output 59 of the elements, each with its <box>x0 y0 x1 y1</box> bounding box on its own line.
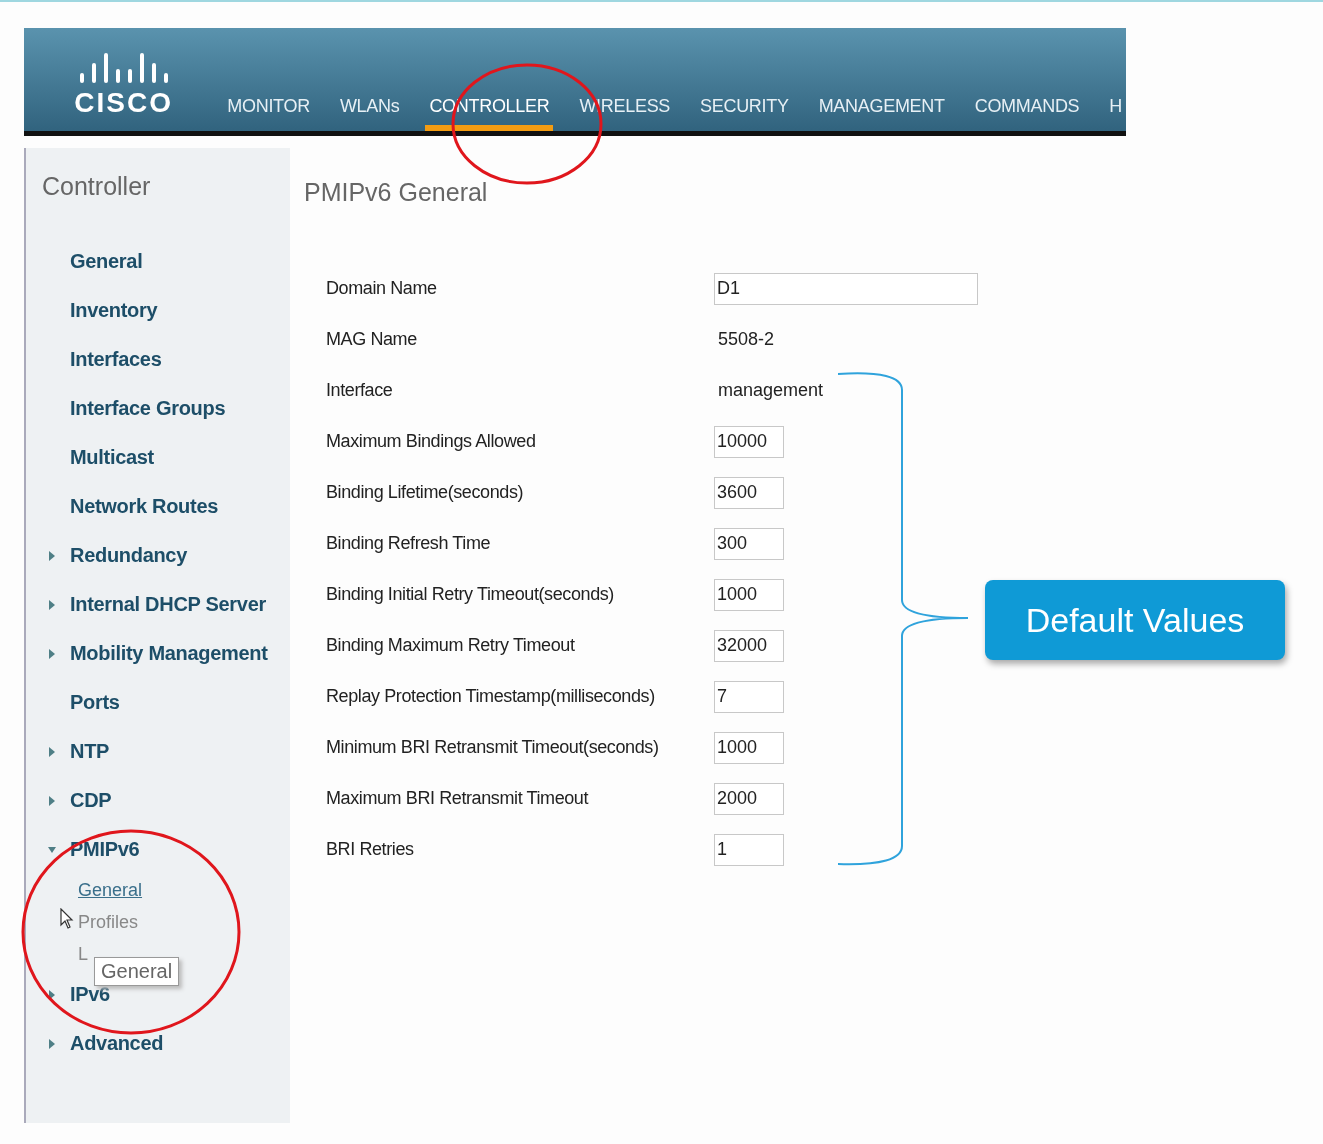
sidebar-title: Controller <box>42 172 152 201</box>
field-label: Minimum BRI Retransmit Timeout(seconds) <box>326 737 660 758</box>
field-label: Binding Initial Retry Timeout(seconds) <box>326 584 615 605</box>
field-value: management <box>717 380 824 401</box>
nav-tab[interactable]: SECURITY <box>696 96 793 131</box>
input-field[interactable]: 1000 <box>714 731 784 764</box>
field-label: Maximum BRI Retransmit Timeout <box>326 788 590 809</box>
input-field[interactable]: D1 <box>714 272 978 305</box>
nav-tab[interactable]: MONITOR <box>223 96 314 131</box>
field-label: MAG Name <box>326 329 418 350</box>
collapsed-arrow-icon[interactable] <box>48 745 56 758</box>
sidebar-item[interactable]: PMIPv6 <box>70 838 140 861</box>
collapsed-arrow-icon[interactable] <box>48 598 56 611</box>
collapsed-arrow-icon[interactable] <box>48 794 56 807</box>
sidebar-item[interactable]: General <box>70 250 143 273</box>
sidebar-item[interactable]: IPv6 <box>70 983 110 1006</box>
field-label: Domain Name <box>326 278 438 299</box>
input-field[interactable]: 1 <box>714 833 784 866</box>
nav-tab[interactable]: MANAGEMENT <box>814 96 949 131</box>
sidebar-item[interactable]: Advanced <box>70 1032 164 1055</box>
sidebar-item[interactable]: Multicast <box>70 446 154 469</box>
sidebar-item[interactable]: Inventory <box>70 299 158 322</box>
mouse-pointer-icon <box>60 908 74 930</box>
sidebar-item[interactable]: Interfaces <box>70 348 162 371</box>
input-field[interactable]: 1000 <box>714 578 784 611</box>
sidebar-item[interactable]: Ports <box>70 691 120 714</box>
cisco-logo-text: CISCO <box>74 87 173 119</box>
field-label: Replay Protection Timestamp(milliseconds) <box>326 686 656 707</box>
collapsed-arrow-icon[interactable] <box>48 647 56 660</box>
collapsed-arrow-icon[interactable] <box>48 988 56 1001</box>
collapsed-arrow-icon[interactable] <box>48 549 56 562</box>
collapsed-arrow-icon[interactable] <box>48 1037 56 1050</box>
sidebar-item[interactable]: Mobility Management <box>70 642 268 665</box>
input-field[interactable]: 300 <box>714 527 784 560</box>
tooltip: General <box>94 957 180 986</box>
nav-tab[interactable]: COMMANDS <box>970 96 1084 131</box>
sidebar-item[interactable]: NTP <box>70 740 110 763</box>
field-label: Maximum Bindings Allowed <box>326 431 537 452</box>
field-label: Binding Lifetime(seconds) <box>326 482 525 503</box>
input-field[interactable]: 3600 <box>714 476 784 509</box>
nav-tab[interactable]: H <box>1105 96 1126 131</box>
field-label: BRI Retries <box>326 839 415 860</box>
field-label: Binding Maximum Retry Timeout <box>326 635 576 656</box>
input-field[interactable]: 2000 <box>714 782 784 815</box>
page-title: PMIPv6 General <box>304 178 489 207</box>
field-label: Interface <box>326 380 394 401</box>
sidebar-item[interactable]: Network Routes <box>70 495 219 518</box>
field-label: Binding Refresh Time <box>326 533 492 554</box>
sidebar-subitem[interactable]: General <box>78 874 290 906</box>
input-field[interactable]: 32000 <box>714 629 784 662</box>
sidebar-item[interactable]: Interface Groups <box>70 397 226 420</box>
field-value: 5508-2 <box>717 329 775 350</box>
sidebar-item[interactable]: CDP <box>70 789 112 812</box>
input-field[interactable]: 10000 <box>714 425 784 458</box>
sidebar-item[interactable]: Internal DHCP Server <box>70 593 266 616</box>
sidebar-item[interactable]: Redundancy <box>70 544 188 567</box>
nav-tab[interactable]: WLANs <box>335 96 404 131</box>
input-field[interactable]: 7 <box>714 680 784 713</box>
default-values-callout: Default Values <box>985 580 1285 660</box>
